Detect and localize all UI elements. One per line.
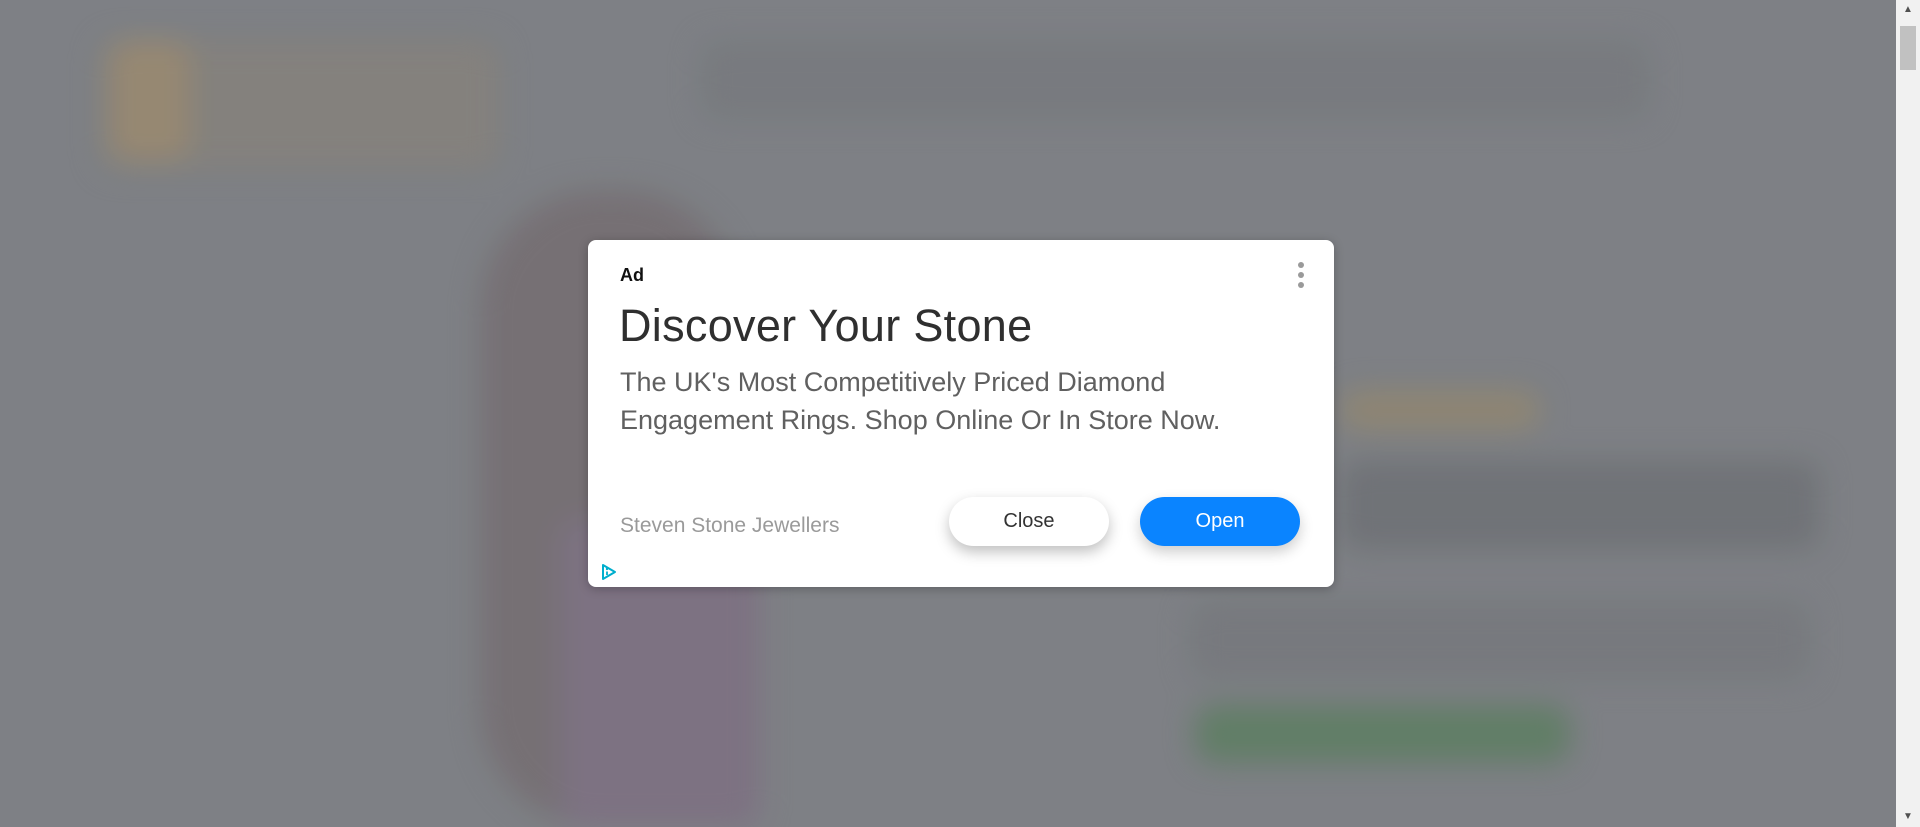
close-button[interactable]: Close	[949, 497, 1109, 546]
ad-title[interactable]: Discover Your Stone	[619, 300, 1032, 352]
advertiser-name[interactable]: Steven Stone Jewellers	[620, 514, 839, 538]
ad-body: The UK's Most Competitively Priced Diamo…	[620, 367, 1221, 435]
scroll-thumb[interactable]	[1900, 26, 1916, 70]
ad-label: Ad	[620, 265, 644, 285]
open-button[interactable]: Open	[1140, 497, 1300, 546]
scroll-down-arrow[interactable]: ▼	[1896, 807, 1920, 827]
adchoices-icon[interactable]	[600, 563, 618, 581]
scroll-up-arrow[interactable]: ▲	[1896, 0, 1920, 20]
more-vert-icon[interactable]	[1294, 262, 1308, 292]
page-scrollbar[interactable]: ▲ ▼	[1896, 0, 1920, 827]
interstitial-ad-dialog: Ad Discover Your Stone The UK's Most Com…	[588, 240, 1334, 587]
